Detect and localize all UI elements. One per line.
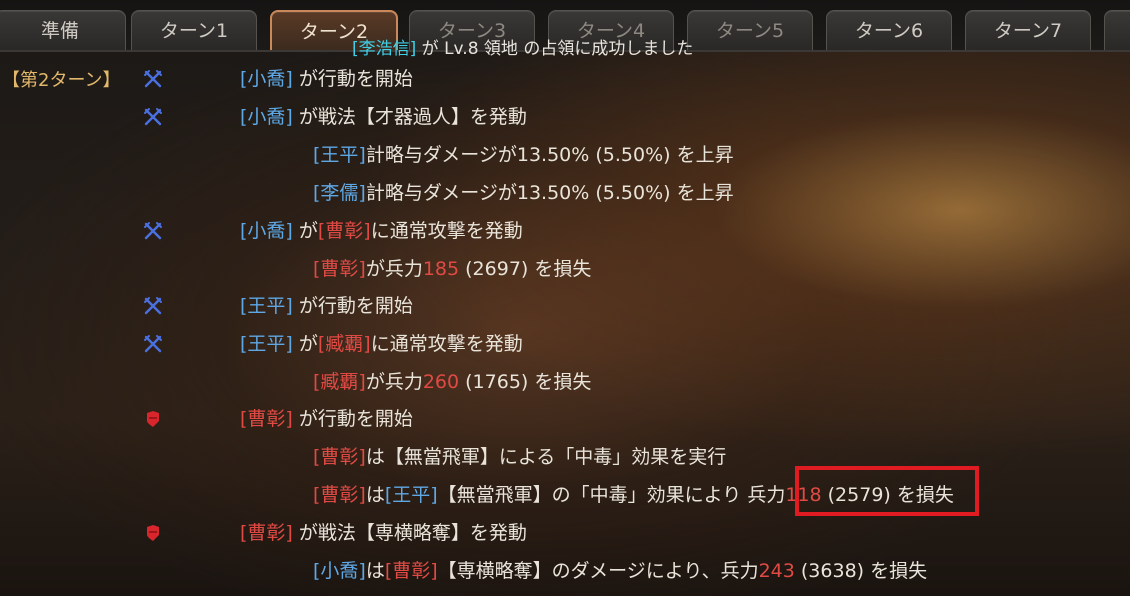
log-entry: [王平] が[臧覇]に通常攻撃を発動 [240, 331, 523, 357]
log-entry-text: 【無當飛軍】の「中毒」効果により 兵力 [437, 484, 786, 506]
tab-turn-7[interactable]: ターン7 [965, 10, 1091, 51]
log-entry-text: [曹彰] [313, 446, 366, 468]
log-entry-text: が行動を開始 [292, 295, 413, 317]
notice-text: が Lv.8 領地 の占領に成功しました [421, 39, 694, 59]
log-entry: [小喬] が[曹彰]に通常攻撃を発動 [240, 218, 523, 244]
log-entry-text: 260 [422, 371, 460, 393]
log-entry: [曹彰] が行動を開始 [240, 406, 413, 432]
log-entry-text: に通常攻撃を発動 [370, 220, 523, 242]
log-entry-text: [臧覇] [313, 371, 366, 393]
log-entry: [曹彰]が兵力185 (2697) を損失 [313, 256, 591, 282]
log-entry-text: は【無當飛軍】による「中毒」効果を実行 [365, 446, 727, 468]
log-entry-text: [王平] [240, 333, 293, 355]
log-entry-text: [曹彰] [240, 408, 293, 430]
log-entry-text: [小喬] [240, 106, 293, 128]
log-entry-text: 243 [758, 560, 795, 582]
crossed-swords-icon [143, 69, 163, 89]
log-entry-text: [李儒] [313, 182, 366, 204]
log-entry-text: (3638) を損失 [794, 560, 928, 582]
log-entry-text: が行動を開始 [292, 68, 413, 90]
log-entry-text: 185 [422, 258, 460, 280]
log-entry-text: (1765) を損失 [459, 371, 592, 393]
log-entry-text: が [292, 333, 318, 355]
crossed-swords-icon [143, 334, 163, 354]
log-entry-text: が戦法【才器過人】を発動 [292, 106, 527, 128]
tab-turn-5[interactable]: ターン5 [687, 10, 813, 51]
shield-icon [143, 409, 163, 429]
log-entry-text: が [292, 220, 318, 242]
shield-icon [143, 523, 163, 543]
capture-notification: [李浩信] が Lv.8 領地 の占領に成功しました [352, 34, 693, 59]
turn-label: 【第2ターン】 [2, 70, 121, 91]
tab-turn-1[interactable]: ターン1 [131, 10, 257, 51]
log-entry-text: が兵力 [365, 371, 423, 393]
log-entry-text: [小喬] [313, 560, 366, 582]
log-entry: [小喬]は[曹彰]【専横略奪】のダメージにより、兵力243 (3638) を損失 [313, 558, 927, 584]
notice-player-name: [李浩信] [352, 39, 417, 59]
log-entry-text: は [365, 560, 385, 582]
log-entry-text: [曹彰] [313, 258, 366, 280]
log-entry-text: [王平] [384, 484, 438, 506]
log-entry-text: [曹彰] [313, 484, 366, 506]
log-entry-text: 計略与ダメージが13.50% (5.50%) を上昇 [365, 182, 734, 204]
tab-overflow[interactable] [1104, 10, 1130, 51]
log-entry: [王平]計略与ダメージが13.50% (5.50%) を上昇 [313, 142, 734, 168]
tab-turn-6[interactable]: ターン6 [826, 10, 952, 51]
log-entry-text: [小喬] [240, 68, 293, 90]
log-entry-text: [曹彰] [240, 522, 293, 544]
log-entry-text: [王平] [240, 295, 293, 317]
log-entry-text: [曹彰] [384, 560, 438, 582]
crossed-swords-icon [143, 221, 163, 241]
log-entry-text: が戦法【専横略奪】を発動 [292, 522, 527, 544]
log-entry: [臧覇]が兵力260 (1765) を損失 [313, 369, 591, 395]
log-entry: [王平] が行動を開始 [240, 293, 413, 319]
log-entry-text: [王平] [313, 144, 366, 166]
tab-preparation[interactable]: 準備 [0, 10, 126, 51]
log-entry-text: が兵力 [365, 258, 423, 280]
log-entry-text: が行動を開始 [292, 408, 413, 430]
log-entry-text: [臧覇] [317, 333, 371, 355]
log-entry: [曹彰]は【無當飛軍】による「中毒」効果を実行 [313, 444, 726, 470]
log-entry: [李儒]計略与ダメージが13.50% (5.50%) を上昇 [313, 180, 734, 206]
crossed-swords-icon [143, 107, 163, 127]
log-entry-text: 計略与ダメージが13.50% (5.50%) を上昇 [365, 144, 734, 166]
log-entry-text: [曹彰] [317, 220, 371, 242]
log-entry-text: (2697) を損失 [459, 258, 592, 280]
log-entry-text: 【専横略奪】のダメージにより、兵力 [437, 560, 759, 582]
log-entry: [曹彰] が戦法【専横略奪】を発動 [240, 520, 527, 546]
log-entry-text: [小喬] [240, 220, 293, 242]
log-entry-text: に通常攻撃を発動 [370, 333, 523, 355]
log-entry-text: は [365, 484, 385, 506]
log-entry: [小喬] が行動を開始 [240, 66, 413, 92]
log-entry: [小喬] が戦法【才器過人】を発動 [240, 104, 527, 130]
highlight-box [795, 466, 979, 516]
crossed-swords-icon [143, 296, 163, 316]
